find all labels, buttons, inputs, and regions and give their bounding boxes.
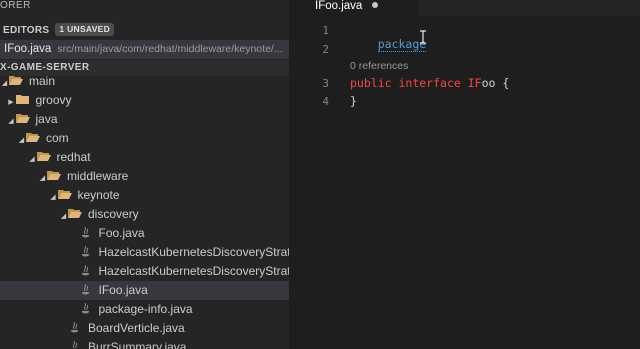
java-file-icon [81, 227, 89, 238]
java-file-icon [81, 265, 89, 276]
editor-area: IFoo.java 1 2 3 4 package 0 references p… [289, 0, 640, 349]
public-keyword: public [350, 76, 392, 90]
tree-item-label: BoardVerticle.java [88, 321, 185, 335]
chevron-down-icon[interactable]: ◢ [28, 150, 37, 167]
java-file-icon [71, 322, 78, 333]
tree-file[interactable]: BoardVerticle.java [0, 319, 289, 338]
code-line-3[interactable]: public interface IFoo { [350, 76, 509, 90]
open-editors-title: EDITORS [3, 25, 50, 36]
line-number-gutter: 1 2 3 4 [289, 0, 339, 349]
explorer-title: ORER [0, 0, 31, 11]
open-editor-item[interactable]: IFoo.java src/main/java/com/redhat/middle… [0, 40, 289, 59]
interface-keyword: interface [398, 76, 461, 90]
open-brace: { [495, 76, 510, 90]
unsaved-badge: 1 UNSAVED [55, 23, 115, 36]
open-editors-header[interactable]: EDITORS 1 UNSAVED [0, 22, 289, 39]
chevron-down-icon[interactable]: ◢ [0, 74, 9, 91]
tree-folder-redhat[interactable]: ◢ redhat [0, 148, 289, 167]
tree-folder-groovy[interactable]: ▶ groovy [0, 91, 289, 110]
tree-folder-discovery[interactable]: ◢ discovery [0, 205, 289, 224]
chevron-down-icon[interactable]: ◢ [7, 112, 16, 129]
folder-open-icon [57, 190, 72, 199]
chevron-down-icon[interactable]: ◢ [17, 131, 26, 148]
interface-name-rest: oo [481, 76, 496, 90]
tree-file[interactable]: package-info.java [0, 300, 289, 319]
tree-folder-java[interactable]: ◢ java [0, 110, 289, 129]
open-editor-filename: IFoo.java [4, 43, 52, 55]
folder-open-icon [26, 133, 40, 142]
tree-folder-keynote[interactable]: ◢ keynote [0, 186, 289, 205]
folder-open-icon [47, 171, 61, 180]
interface-name-prefix: IF [467, 76, 482, 90]
tree-file[interactable]: HazelcastKubernetesDiscoveryStrate... [0, 243, 289, 262]
code-line-1[interactable]: package [350, 23, 427, 65]
tree-item-label: keynote [77, 188, 120, 202]
tree-file[interactable]: IFoo.java [0, 281, 289, 300]
tree-item-label: java [35, 112, 58, 126]
tree-folder-com[interactable]: ◢ com [0, 129, 289, 148]
tree-item-label: BurrSummary.java [88, 340, 187, 349]
references-codelens[interactable]: 0 references [350, 60, 408, 72]
java-file-icon [72, 341, 78, 349]
tree-file[interactable]: BurrSummary.java [0, 338, 289, 349]
tree-file[interactable]: Foo.java [0, 224, 289, 243]
chevron-down-icon[interactable]: ◢ [49, 188, 58, 205]
tree-item-label: HazelcastKubernetesDiscoveryStrate... [98, 245, 290, 259]
tree-item-label: middleware [67, 169, 129, 183]
tree-item-label: discovery [88, 207, 139, 221]
java-file-icon [81, 246, 89, 257]
tree-item-label: redhat [56, 150, 91, 164]
tree-item-label: package-info.java [98, 302, 193, 316]
line-number-4: 4 [322, 95, 329, 108]
explorer-sidebar: ORER EDITORS 1 UNSAVED IFoo.java src/main/… [0, 0, 289, 349]
java-file-icon [81, 284, 89, 295]
chevron-right-icon[interactable]: ▶ [7, 93, 16, 110]
open-editor-path: src/main/java/com/redhat/middleware/keyn… [57, 43, 283, 55]
tree-folder-middleware[interactable]: ◢ middleware [0, 167, 289, 186]
folder-icon [15, 95, 29, 104]
line-number-3: 3 [322, 77, 329, 90]
code-line-4[interactable]: } [350, 94, 357, 108]
tree-item-label: com [46, 131, 69, 145]
tree-item-label: Foo.java [98, 226, 145, 240]
chevron-down-icon[interactable]: ◢ [38, 169, 47, 186]
tree-folder-main[interactable]: ◢ main [0, 72, 289, 91]
line-number-2: 2 [322, 43, 329, 56]
tree-file[interactable]: HazelcastKubernetesDiscoveryStrate... [0, 262, 289, 281]
unsaved-dot-icon[interactable] [372, 2, 379, 8]
chevron-down-icon[interactable]: ◢ [59, 207, 68, 224]
tree-item-label: HazelcastKubernetesDiscoveryStrate... [98, 264, 290, 278]
tree-item-label: groovy [35, 93, 72, 107]
folder-open-icon [15, 114, 30, 123]
line-number-1: 1 [322, 24, 329, 37]
folder-open-icon [68, 209, 82, 218]
java-file-icon [81, 303, 89, 314]
folder-open-icon [36, 152, 51, 161]
tab-strip [419, 0, 640, 16]
folder-open-icon [9, 76, 23, 85]
tree-item-label: main [29, 74, 56, 88]
text-cursor-icon [420, 30, 426, 44]
tree-item-label: IFoo.java [98, 283, 148, 297]
